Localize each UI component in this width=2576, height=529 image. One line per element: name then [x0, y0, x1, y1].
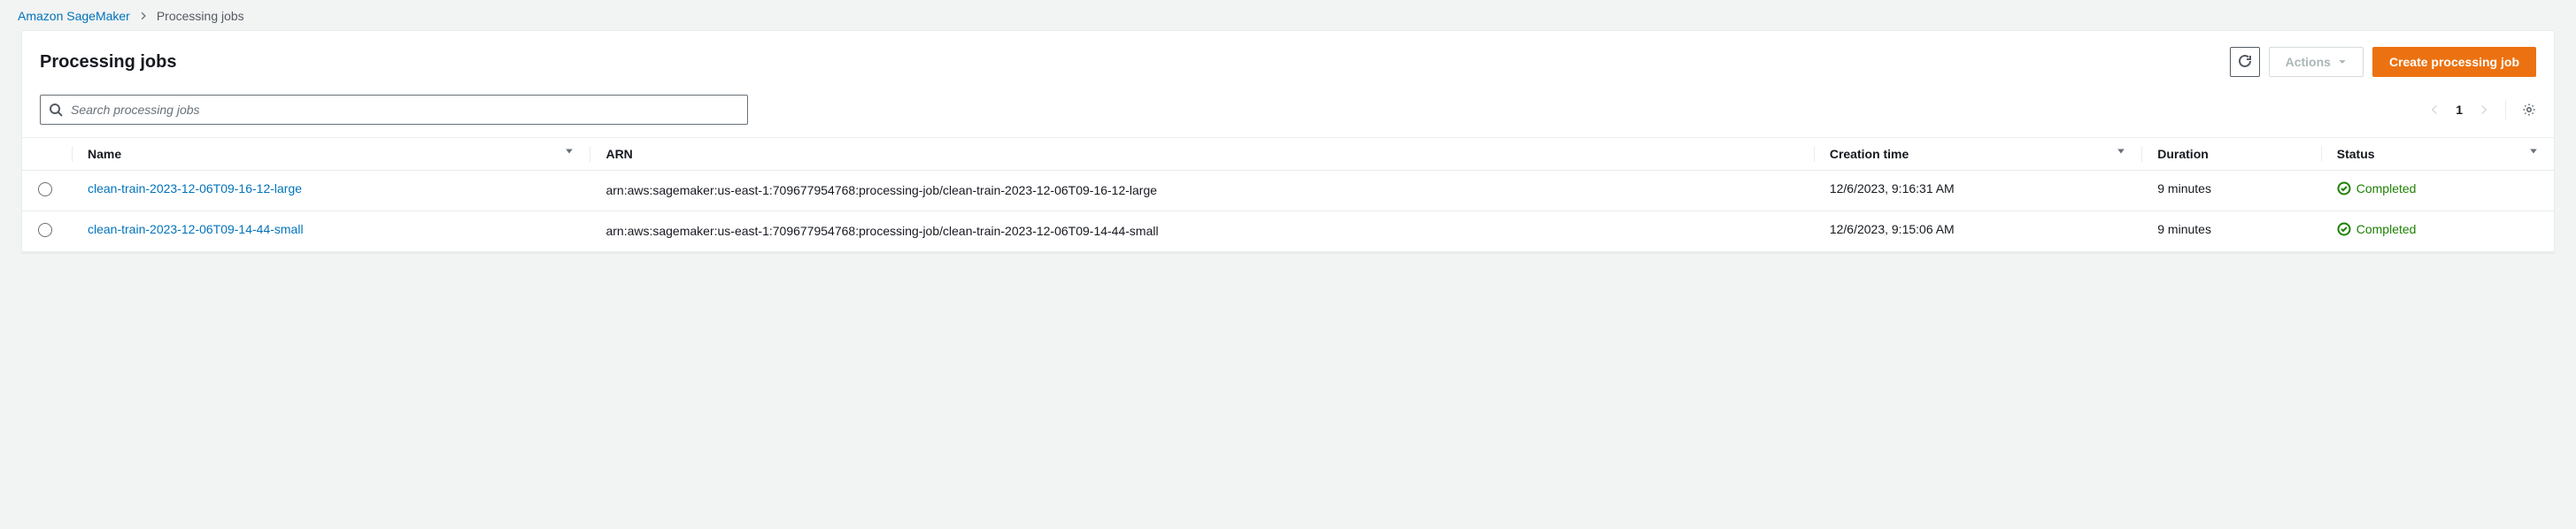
- column-duration-label: Duration: [2157, 147, 2209, 161]
- column-arn[interactable]: ARN: [590, 138, 1813, 171]
- job-arn: arn:aws:sagemaker:us-east-1:709677954768…: [590, 211, 1813, 252]
- job-creation-time: 12/6/2023, 9:16:31 AM: [1814, 171, 2141, 211]
- column-select: [22, 138, 72, 171]
- status-badge: Completed: [2337, 222, 2538, 236]
- column-creation-time-label: Creation time: [1830, 147, 1909, 161]
- job-duration: 9 minutes: [2141, 211, 2321, 252]
- actions-button[interactable]: Actions: [2269, 47, 2364, 77]
- job-name-link[interactable]: clean-train-2023-12-06T09-16-12-large: [88, 181, 302, 196]
- caret-down-icon: [2338, 55, 2347, 69]
- page-number: 1: [2456, 103, 2463, 117]
- toolbar-row: 1: [22, 86, 2554, 137]
- page-next-button[interactable]: [2479, 104, 2489, 115]
- row-radio[interactable]: [38, 223, 52, 237]
- jobs-table: Name ARN Creation time Duration: [22, 137, 2554, 252]
- refresh-button[interactable]: [2230, 47, 2260, 77]
- column-status[interactable]: Status: [2321, 138, 2554, 171]
- page-title: Processing jobs: [40, 52, 177, 73]
- column-duration[interactable]: Duration: [2141, 138, 2321, 171]
- job-duration: 9 minutes: [2141, 171, 2321, 211]
- panel-header: Processing jobs Actions Create processin…: [22, 31, 2554, 86]
- actions-label: Actions: [2286, 55, 2331, 69]
- chevron-right-icon: [139, 12, 148, 20]
- search-box: [40, 95, 748, 125]
- breadcrumb: Amazon SageMaker Processing jobs: [0, 0, 2576, 30]
- table-row: clean-train-2023-12-06T09-14-44-small arn…: [22, 211, 2554, 252]
- job-name-link[interactable]: clean-train-2023-12-06T09-14-44-small: [88, 222, 304, 236]
- column-status-label: Status: [2337, 147, 2375, 161]
- job-creation-time: 12/6/2023, 9:15:06 AM: [1814, 211, 2141, 252]
- sort-icon: [2117, 147, 2125, 156]
- sort-icon: [565, 147, 574, 156]
- breadcrumb-parent-link[interactable]: Amazon SageMaker: [18, 9, 130, 23]
- column-name-label: Name: [88, 147, 121, 161]
- check-circle-icon: [2337, 222, 2351, 236]
- column-creation-time[interactable]: Creation time: [1814, 138, 2141, 171]
- processing-jobs-panel: Processing jobs Actions Create processin…: [21, 30, 2555, 253]
- settings-button[interactable]: [2522, 103, 2536, 117]
- job-arn: arn:aws:sagemaker:us-east-1:709677954768…: [590, 171, 1813, 211]
- search-icon: [49, 103, 63, 117]
- pager: 1: [2429, 100, 2536, 119]
- table-header-row: Name ARN Creation time Duration: [22, 138, 2554, 171]
- breadcrumb-current: Processing jobs: [157, 9, 244, 23]
- column-arn-label: ARN: [605, 147, 632, 161]
- check-circle-icon: [2337, 181, 2351, 196]
- divider: [2505, 100, 2506, 119]
- status-badge: Completed: [2337, 181, 2538, 196]
- status-text: Completed: [2356, 181, 2417, 196]
- refresh-icon: [2238, 54, 2252, 71]
- sort-icon: [2529, 147, 2538, 156]
- column-name[interactable]: Name: [72, 138, 590, 171]
- status-text: Completed: [2356, 222, 2417, 236]
- create-processing-job-button[interactable]: Create processing job: [2372, 47, 2536, 77]
- row-radio[interactable]: [38, 182, 52, 196]
- search-input[interactable]: [40, 95, 748, 125]
- table-row: clean-train-2023-12-06T09-16-12-large arn…: [22, 171, 2554, 211]
- page-prev-button[interactable]: [2429, 104, 2440, 115]
- header-actions: Actions Create processing job: [2230, 47, 2536, 77]
